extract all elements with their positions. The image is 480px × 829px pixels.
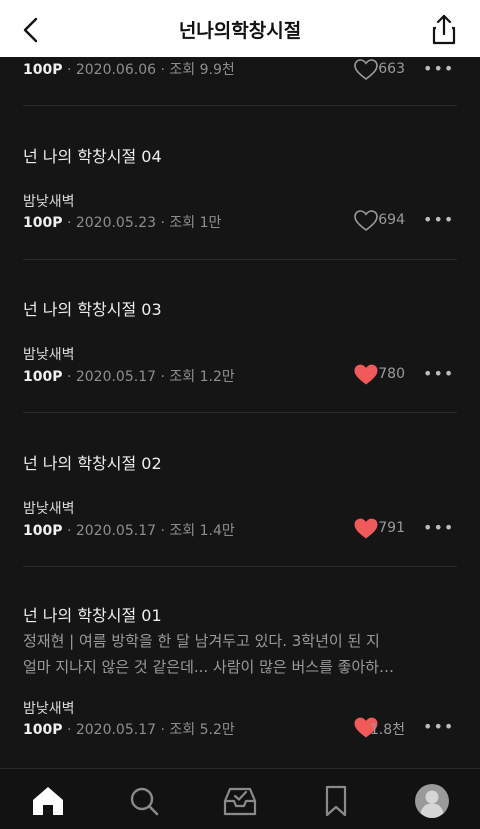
tab-bookmark[interactable]	[316, 781, 356, 821]
date: 2020.05.23	[75, 215, 157, 231]
like-button[interactable]: 694	[335, 209, 405, 233]
divider	[23, 105, 457, 106]
inbox-icon	[223, 787, 257, 816]
more-button[interactable]: •••	[423, 719, 453, 743]
divider	[23, 566, 457, 567]
episode-item[interactable]: 넌 나의 학창시절 04 밤낮새벽 100P · 2020.05.23 · 조회…	[23, 143, 457, 253]
separator: ·	[66, 722, 72, 738]
heart-filled-icon	[354, 518, 378, 539]
tab-search[interactable]	[124, 781, 164, 821]
separator: ·	[160, 215, 165, 231]
tab-inbox[interactable]	[220, 781, 260, 821]
page-title: 넌나의학창시절	[178, 20, 302, 42]
date: 2020.05.17	[75, 523, 157, 539]
episode-title: 넌 나의 학창시절 01	[23, 606, 162, 625]
profile-icon	[415, 784, 449, 818]
separator: ·	[160, 369, 165, 385]
heart-filled-icon	[354, 364, 378, 385]
like-count: 1.8천	[369, 722, 405, 738]
episode-excerpt: 정재현 | 여름 방학을 한 달 남겨두고 있다. 3학년이 된 지 얼마 지나…	[23, 632, 395, 676]
search-icon	[130, 787, 159, 816]
episode-meta: 100P · 2020.05.17 · 조회 1.4만	[23, 520, 235, 540]
episode-title: 넌 나의 학창시절 03	[23, 300, 162, 319]
more-button[interactable]: •••	[423, 520, 453, 544]
episode-title: 넌 나의 학창시절 04	[23, 147, 162, 166]
top-bar: 넌나의학창시절	[0, 0, 480, 57]
tab-home[interactable]	[28, 781, 68, 821]
views: 조회 1.4만	[169, 523, 235, 539]
like-count: 663	[378, 61, 405, 77]
episode-author: 밤낮새벽	[23, 194, 75, 210]
separator: ·	[66, 62, 72, 78]
like-button[interactable]: 791	[335, 517, 405, 541]
more-button[interactable]: •••	[423, 366, 453, 390]
episode-author: 밤낮새벽	[23, 701, 75, 717]
episode-meta: 100P · 2020.06.06 · 조회 9.9천	[23, 59, 235, 79]
like-button[interactable]: 780	[335, 363, 405, 387]
episode-item[interactable]: 넌 나의 학창시절 02 밤낮새벽 100P · 2020.05.17 · 조회…	[23, 450, 457, 560]
home-icon	[33, 787, 63, 815]
share-icon	[432, 14, 456, 45]
date: 2020.06.06	[75, 62, 157, 78]
views: 조회 1만	[169, 215, 222, 231]
bottom-tab-bar	[0, 768, 480, 829]
date: 2020.05.17	[75, 369, 157, 385]
like-button[interactable]: 663	[335, 58, 405, 82]
divider	[23, 259, 457, 260]
views: 조회 1.2만	[169, 369, 235, 385]
episode-meta: 100P · 2020.05.17 · 조회 1.2만	[23, 366, 235, 386]
price: 100P	[23, 523, 63, 539]
episode-list[interactable]: 100P · 2020.06.06 · 조회 9.9천 663 ••• 넌 나의…	[0, 57, 480, 768]
episode-meta: 100P · 2020.05.17 · 조회 5.2만	[23, 719, 235, 739]
like-count: 791	[378, 520, 405, 536]
separator: ·	[66, 215, 72, 231]
price: 100P	[23, 722, 63, 738]
separator: ·	[66, 369, 72, 385]
views: 조회 9.9천	[169, 62, 235, 78]
episode-item[interactable]: 넌 나의 학창시절 01 정재현 | 여름 방학을 한 달 남겨두고 있다. 3…	[23, 602, 457, 752]
date: 2020.05.17	[75, 722, 157, 738]
price: 100P	[23, 369, 63, 385]
heart-outline-icon	[354, 59, 378, 81]
price: 100P	[23, 215, 63, 231]
share-button[interactable]	[426, 12, 462, 48]
price: 100P	[23, 62, 63, 78]
divider	[23, 412, 457, 413]
like-count: 780	[378, 366, 405, 382]
more-button[interactable]: •••	[423, 61, 453, 85]
separator: ·	[160, 62, 165, 78]
like-count: 694	[378, 212, 405, 228]
tab-profile[interactable]	[412, 781, 452, 821]
views: 조회 5.2만	[169, 722, 235, 738]
like-button[interactable]: 1.8천	[335, 716, 405, 740]
separator: ·	[160, 722, 165, 738]
bookmark-icon	[325, 785, 347, 817]
episode-meta: 100P · 2020.05.23 · 조회 1만	[23, 212, 221, 232]
episode-author: 밤낮새벽	[23, 501, 75, 517]
episode-title: 넌 나의 학창시절 02	[23, 454, 162, 473]
more-button[interactable]: •••	[423, 212, 453, 236]
separator: ·	[66, 523, 72, 539]
episode-item[interactable]: 넌 나의 학창시절 03 밤낮새벽 100P · 2020.05.17 · 조회…	[23, 296, 457, 406]
episode-author: 밤낮새벽	[23, 347, 75, 363]
separator: ·	[160, 523, 165, 539]
heart-outline-icon	[354, 210, 378, 232]
